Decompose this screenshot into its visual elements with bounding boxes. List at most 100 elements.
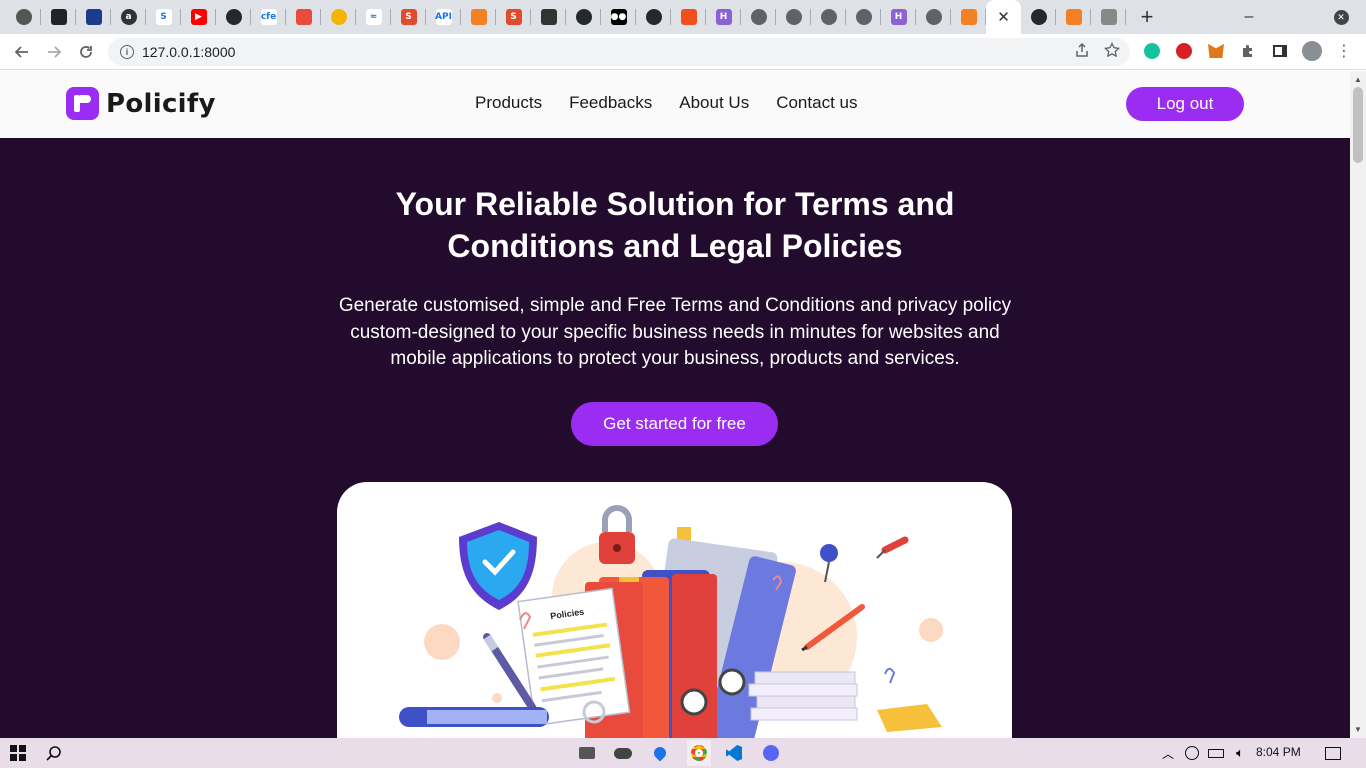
reading-list-icon[interactable] [1270, 41, 1290, 61]
h-purple-icon: H [890, 9, 907, 25]
file-explorer-icon[interactable] [577, 743, 597, 763]
minimize-button[interactable]: – [1226, 0, 1272, 34]
browser-tab-21[interactable] [741, 0, 776, 34]
react-icon [50, 9, 67, 25]
browser-toolbar: i 127.0.0.1:8000 ⋮ [0, 34, 1366, 70]
main-nav: Products Feedbacks About Us Contact us [475, 93, 857, 113]
reload-button[interactable] [70, 36, 102, 68]
s-red-icon: S [505, 9, 522, 25]
hero-title: Your Reliable Solution for Terms and Con… [395, 186, 955, 264]
globe-icon [750, 9, 767, 25]
page-viewport: Policify Products Feedbacks About Us Con… [0, 71, 1350, 738]
windows-taskbar: ︿ 🔈︎ 8:04 PM [0, 738, 1366, 768]
adblock-icon[interactable] [1174, 41, 1194, 61]
logout-button[interactable]: Log out [1126, 87, 1244, 121]
browser-tab-after-2[interactable] [1091, 0, 1126, 34]
chevron-up-icon[interactable]: ︿ [1158, 743, 1178, 763]
browser-tab-16[interactable] [566, 0, 601, 34]
browser-tab-11[interactable]: S [391, 0, 426, 34]
legal-documents-illustration: Policies [399, 505, 943, 738]
address-bar[interactable]: i 127.0.0.1:8000 [108, 38, 1130, 66]
share-icon[interactable] [1074, 42, 1090, 58]
extensions-puzzle-icon[interactable] [1238, 41, 1258, 61]
browser-tab-3[interactable]: a [111, 0, 146, 34]
browser-tab-9[interactable] [321, 0, 356, 34]
browser-tab-17[interactable]: ●● [601, 0, 636, 34]
bookmark-star-icon[interactable] [1104, 42, 1120, 58]
browser-tab-26[interactable] [916, 0, 951, 34]
browser-tab-12[interactable]: API [426, 0, 461, 34]
vscode-icon[interactable] [724, 743, 744, 763]
browser-tab-6[interactable] [216, 0, 251, 34]
tab-close-icon[interactable]: ✕ [997, 8, 1010, 26]
close-window-button[interactable]: ✕ [1318, 0, 1364, 34]
active-tab[interactable]: ✕ [986, 0, 1021, 34]
url-text[interactable]: 127.0.0.1:8000 [142, 44, 235, 60]
battery-icon[interactable] [1206, 743, 1226, 763]
a-circle-icon: a [120, 9, 137, 25]
nav-contact-us[interactable]: Contact us [776, 93, 857, 113]
info-icon[interactable]: i [120, 45, 134, 59]
new-tab-button[interactable]: + [1132, 2, 1162, 32]
nav-about-us[interactable]: About Us [679, 93, 749, 113]
chrome-taskbar-icon[interactable] [687, 740, 711, 766]
browser-tab-18[interactable] [636, 0, 671, 34]
scroll-up-arrow-icon[interactable]: ▲ [1354, 75, 1362, 84]
browser-tab-10[interactable]: ≈ [356, 0, 391, 34]
close-circle-icon: ✕ [1333, 9, 1349, 25]
back-button[interactable] [6, 36, 38, 68]
hero-illustration-card: Policies [337, 482, 1012, 738]
nav-products[interactable]: Products [475, 93, 542, 113]
nav-feedbacks[interactable]: Feedbacks [569, 93, 652, 113]
discord-icon[interactable] [761, 743, 781, 763]
stackoverflow-icon [470, 9, 487, 25]
browser-tab-25[interactable]: H [881, 0, 916, 34]
browser-tab-4[interactable]: S [146, 0, 181, 34]
browser-tab-19[interactable] [671, 0, 706, 34]
language-globe-icon[interactable] [1182, 743, 1202, 763]
browser-tab-27[interactable] [951, 0, 986, 34]
page-scrollbar[interactable]: ▲ ▼ [1350, 71, 1366, 738]
globe-icon [785, 9, 802, 25]
get-started-button[interactable]: Get started for free [571, 402, 778, 446]
browser-tab-7[interactable]: cfe [251, 0, 286, 34]
browser-tab-1[interactable] [41, 0, 76, 34]
browser-tab-5[interactable]: ▶ [181, 0, 216, 34]
chrome-menu-icon[interactable]: ⋮ [1334, 41, 1354, 61]
stackoverflow-icon [1065, 9, 1082, 25]
browser-tab-23[interactable] [811, 0, 846, 34]
cfe-icon: cfe [260, 9, 277, 25]
slash-box-icon [540, 9, 557, 25]
browser-tab-13[interactable] [461, 0, 496, 34]
browser-tab-14[interactable]: S [496, 0, 531, 34]
browser-tab-15[interactable] [531, 0, 566, 34]
stackoverflow-icon [960, 9, 977, 25]
maps-pin-icon[interactable] [650, 743, 670, 763]
windows-start-icon[interactable] [8, 743, 28, 763]
taskbar-clock[interactable]: 8:04 PM [1256, 745, 1301, 759]
arrow-right-icon [48, 45, 62, 58]
reload-icon [80, 45, 92, 58]
browser-tab-8[interactable] [286, 0, 321, 34]
grammarly-icon[interactable] [1142, 41, 1162, 61]
browser-tab-after-0[interactable] [1021, 0, 1056, 34]
globe-icon [820, 9, 837, 25]
scrollbar-thumb[interactable] [1353, 87, 1363, 163]
github-icon [575, 9, 592, 25]
game-controller-icon[interactable] [613, 743, 633, 763]
tab-strip: a S ▶ cfe ≈ S API S ●● H H ✕ + – ✕ [0, 0, 1366, 34]
browser-tab-20[interactable]: H [706, 0, 741, 34]
forward-button[interactable] [38, 36, 70, 68]
browser-tab-2[interactable] [76, 0, 111, 34]
browser-tab-0[interactable] [6, 0, 41, 34]
browser-tab-24[interactable] [846, 0, 881, 34]
brand-logo[interactable]: Policify [66, 87, 216, 120]
profile-avatar[interactable] [1302, 41, 1322, 61]
speaker-icon[interactable]: 🔈︎ [1230, 743, 1250, 763]
search-icon[interactable] [44, 743, 64, 763]
browser-tab-after-1[interactable] [1056, 0, 1091, 34]
browser-tab-22[interactable] [776, 0, 811, 34]
notifications-icon[interactable] [1323, 743, 1343, 763]
metamask-icon[interactable] [1206, 41, 1226, 61]
scroll-down-arrow-icon[interactable]: ▼ [1354, 725, 1362, 734]
